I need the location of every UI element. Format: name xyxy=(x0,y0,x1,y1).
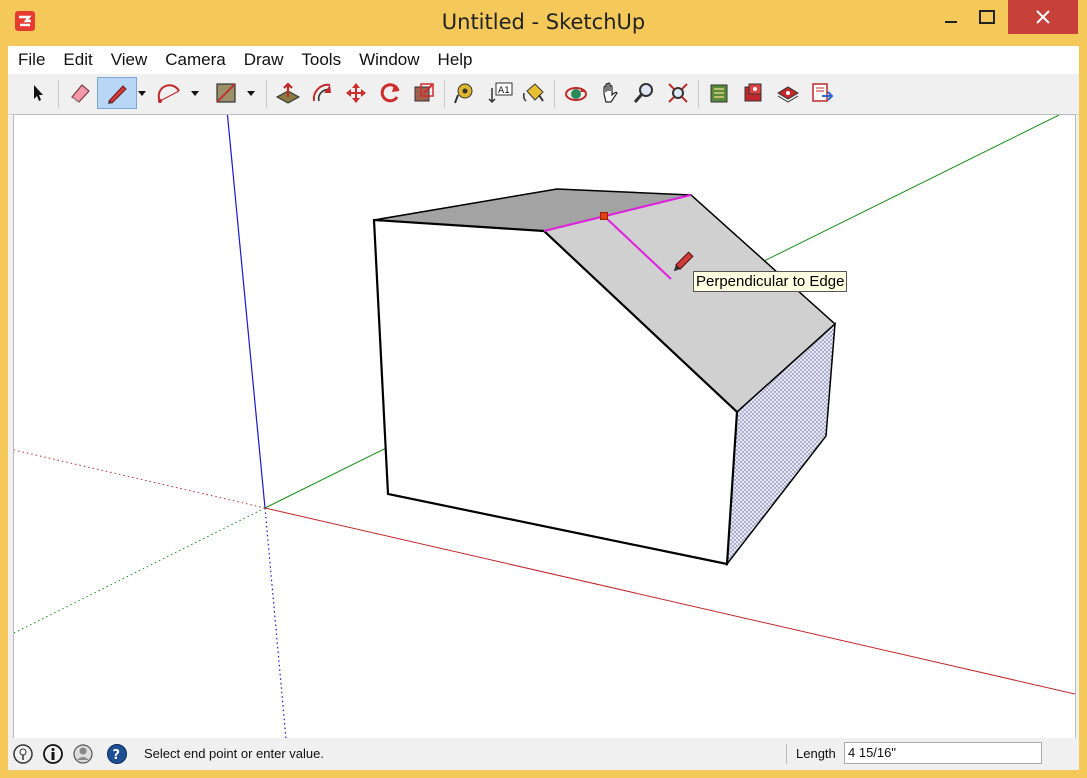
extension-warehouse-button[interactable] xyxy=(738,77,770,109)
menu-camera[interactable]: Camera xyxy=(156,46,234,74)
user-account-icon[interactable] xyxy=(72,743,94,765)
rotate-icon xyxy=(380,83,400,103)
menu-file[interactable]: File xyxy=(8,46,54,74)
minimize-icon xyxy=(945,21,957,23)
select-tool-button[interactable] xyxy=(22,77,54,109)
rotate-tool-button[interactable] xyxy=(374,77,406,109)
scale-tool-button[interactable] xyxy=(408,77,440,109)
toolbar-separator xyxy=(266,80,267,108)
menu-draw[interactable]: Draw xyxy=(235,46,293,74)
menu-help[interactable]: Help xyxy=(429,46,482,74)
pan-hand-icon xyxy=(603,82,618,103)
arc-tool-dropdown[interactable] xyxy=(188,77,202,109)
arc-icon xyxy=(157,84,180,103)
orbit-tool-button[interactable] xyxy=(560,77,592,109)
chevron-down-icon xyxy=(191,91,199,96)
blue-axis xyxy=(226,115,266,509)
application-window: Untitled - SketchUp File Edit View Camer… xyxy=(0,0,1087,778)
rectangle-icon xyxy=(216,83,236,103)
3d-warehouse-button[interactable] xyxy=(704,77,736,109)
warehouse-icon xyxy=(710,84,728,103)
orbit-icon xyxy=(565,87,587,101)
zoom-extents-icon xyxy=(668,83,688,103)
send-to-layout-button[interactable] xyxy=(806,77,838,109)
send-to-layout-icon xyxy=(812,83,834,102)
text-tool-button[interactable]: A1 xyxy=(484,77,516,109)
pan-tool-button[interactable] xyxy=(594,77,626,109)
push-pull-tool-button[interactable] xyxy=(272,77,304,109)
move-tool-button[interactable] xyxy=(340,77,372,109)
blue-axis-negative xyxy=(264,507,287,739)
eraser-icon xyxy=(71,84,90,103)
zoom-icon xyxy=(633,83,653,103)
offset-icon xyxy=(312,83,331,102)
share-model-icon xyxy=(777,86,799,103)
title-bar[interactable]: Untitled - SketchUp xyxy=(0,0,1087,46)
share-model-button[interactable] xyxy=(772,77,804,109)
zoom-extents-tool-button[interactable] xyxy=(662,77,694,109)
pencil-line-icon xyxy=(108,85,127,104)
svg-text:?: ? xyxy=(113,748,121,763)
text-icon: A1 xyxy=(488,82,513,104)
measurements-input[interactable]: 4 15/16" xyxy=(844,742,1042,764)
chevron-down-icon xyxy=(138,91,146,96)
window-title: Untitled - SketchUp xyxy=(441,10,646,34)
line-tool-dropdown[interactable] xyxy=(135,77,149,109)
status-separator xyxy=(786,744,787,764)
drawing-viewport[interactable]: Perpendicular to Edge xyxy=(13,114,1076,740)
rectangle-tool-button[interactable] xyxy=(210,77,242,109)
move-icon xyxy=(346,83,366,103)
menu-edit[interactable]: Edit xyxy=(54,46,101,74)
tape-measure-tool-button[interactable] xyxy=(450,77,482,109)
geo-location-icon[interactable] xyxy=(12,743,34,765)
toolbar-separator xyxy=(444,80,445,108)
zoom-tool-button[interactable] xyxy=(628,77,660,109)
select-arrow-icon xyxy=(34,85,43,101)
menu-view[interactable]: View xyxy=(102,46,157,74)
close-icon xyxy=(1036,10,1050,24)
model-canvas[interactable] xyxy=(14,115,1075,739)
paint-bucket-icon xyxy=(523,83,544,102)
endpoint-marker xyxy=(600,212,608,220)
maximize-icon xyxy=(979,10,995,24)
toolbar-separator xyxy=(554,80,555,108)
menu-window[interactable]: Window xyxy=(350,46,428,74)
toolbar: A1 xyxy=(8,74,1079,115)
status-message: Select end point or enter value. xyxy=(144,746,324,761)
extension-warehouse-icon xyxy=(744,83,762,102)
red-axis-negative xyxy=(14,449,266,509)
maximize-button[interactable] xyxy=(964,0,1010,34)
eraser-tool-button[interactable] xyxy=(64,77,96,109)
tape-measure-icon xyxy=(454,83,473,104)
menu-tools[interactable]: Tools xyxy=(292,46,350,74)
green-axis-negative xyxy=(14,507,266,634)
arc-tool-button[interactable] xyxy=(154,77,186,109)
paint-bucket-tool-button[interactable] xyxy=(518,77,550,109)
chevron-down-icon xyxy=(247,91,255,96)
inference-tooltip: Perpendicular to Edge xyxy=(693,271,848,292)
svg-text:A1: A1 xyxy=(498,86,510,96)
status-bar: ? Select end point or enter value. Lengt… xyxy=(8,738,1079,770)
close-button[interactable] xyxy=(1008,0,1078,34)
help-icon[interactable]: ? xyxy=(106,743,128,765)
toolbar-separator xyxy=(698,80,699,108)
client-area: File Edit View Camera Draw Tools Window … xyxy=(8,46,1079,770)
credits-info-icon[interactable] xyxy=(42,743,64,765)
offset-tool-button[interactable] xyxy=(306,77,338,109)
line-tool-button[interactable] xyxy=(97,77,137,109)
menu-bar: File Edit View Camera Draw Tools Window … xyxy=(8,46,1079,74)
push-pull-icon xyxy=(275,82,301,104)
measurements-label: Length xyxy=(796,746,836,761)
scale-icon xyxy=(414,83,434,102)
rectangle-tool-dropdown[interactable] xyxy=(244,77,258,109)
toolbar-separator xyxy=(58,80,59,108)
